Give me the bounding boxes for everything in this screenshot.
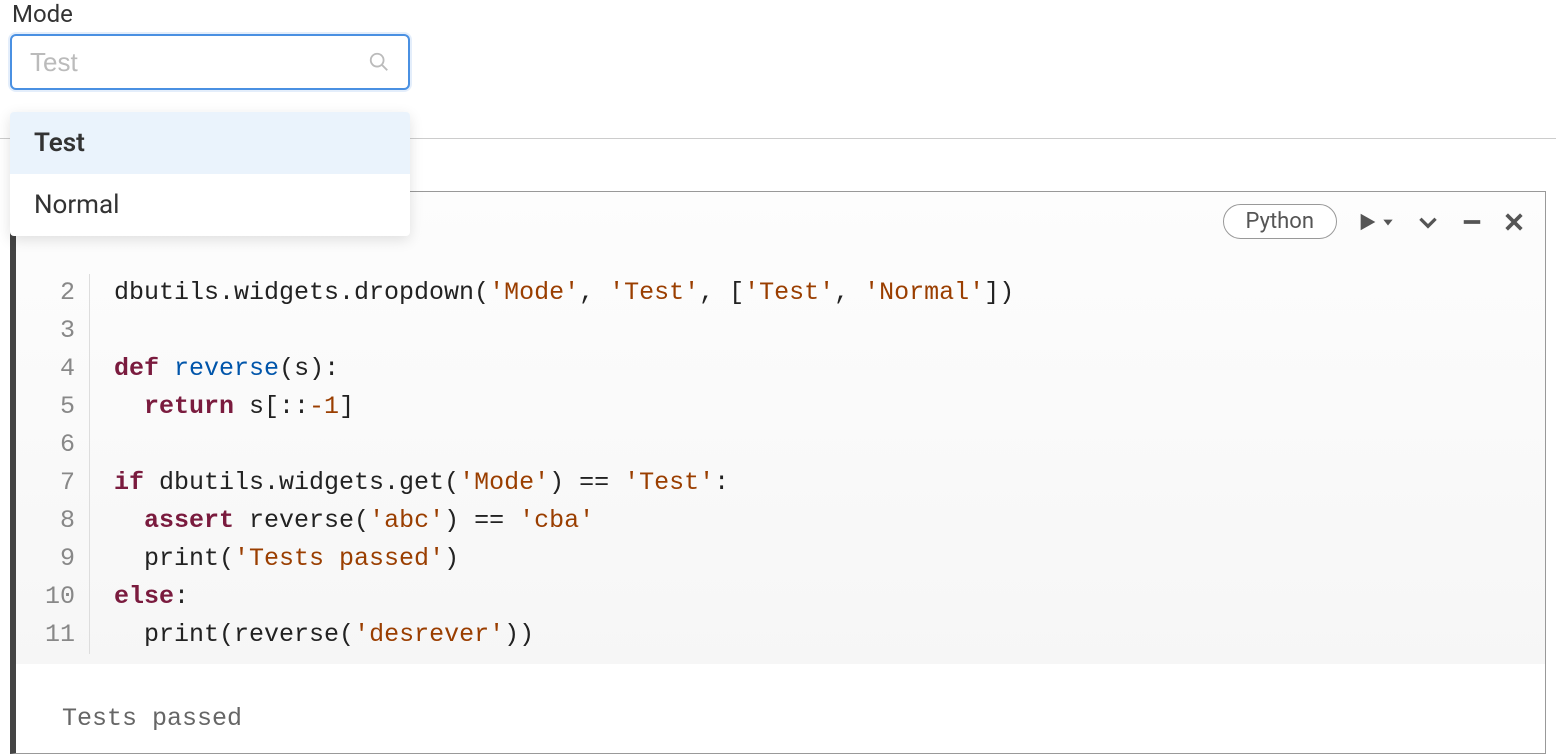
line-number: 2 [16, 274, 75, 312]
mode-dropdown-input[interactable] [10, 34, 410, 90]
cell-toolbar: Python [1223, 204, 1525, 239]
line-number: 7 [16, 464, 75, 502]
delete-cell-button[interactable] [1503, 211, 1525, 233]
line-number: 6 [16, 426, 75, 464]
code-content[interactable]: dbutils.widgets.dropdown('Mode', 'Test',… [90, 274, 1545, 654]
code-editor[interactable]: 2 3 4 5 6 7 8 9 10 11 dbutils.widgets.dr… [16, 192, 1545, 664]
code-line [114, 426, 1545, 464]
code-line: if dbutils.widgets.get('Mode') == 'Test'… [114, 464, 1545, 502]
search-icon [368, 51, 390, 73]
mode-search-input[interactable] [30, 47, 368, 78]
minus-icon [1461, 211, 1483, 233]
dropdown-option-test[interactable]: Test [10, 112, 410, 174]
dropdown-option-normal[interactable]: Normal [10, 174, 410, 236]
collapse-button[interactable] [1415, 209, 1441, 235]
code-line: print(reverse('desrever')) [114, 616, 1545, 654]
play-icon [1357, 211, 1379, 233]
line-number: 3 [16, 312, 75, 350]
widget-panel: Mode Test Normal [0, 0, 1556, 106]
code-line: else: [114, 578, 1545, 616]
line-gutter: 2 3 4 5 6 7 8 9 10 11 [16, 274, 90, 654]
code-line: dbutils.widgets.dropdown('Mode', 'Test',… [114, 274, 1545, 312]
line-number: 10 [16, 578, 75, 616]
minimize-button[interactable] [1461, 211, 1483, 233]
line-number: 11 [16, 616, 75, 654]
code-line [114, 312, 1545, 350]
code-line: return s[::-1] [114, 388, 1545, 426]
code-line: assert reverse('abc') == 'cba' [114, 502, 1545, 540]
line-number: 8 [16, 502, 75, 540]
language-selector[interactable]: Python [1223, 204, 1337, 239]
mode-dropdown-options: Test Normal [10, 112, 410, 236]
code-line: print('Tests passed') [114, 540, 1545, 578]
chevron-down-icon [1415, 209, 1441, 235]
close-icon [1503, 211, 1525, 233]
cell-output: Tests passed [16, 664, 1545, 753]
line-number: 9 [16, 540, 75, 578]
run-button[interactable] [1357, 211, 1395, 233]
widget-label: Mode [12, 0, 1546, 28]
caret-down-icon [1381, 215, 1395, 229]
line-number: 5 [16, 388, 75, 426]
code-line: def reverse(s): [114, 350, 1545, 388]
notebook-cell: Python 2 3 4 5 6 7 8 9 10 11 dbutils.wid… [10, 191, 1546, 754]
line-number: 4 [16, 350, 75, 388]
